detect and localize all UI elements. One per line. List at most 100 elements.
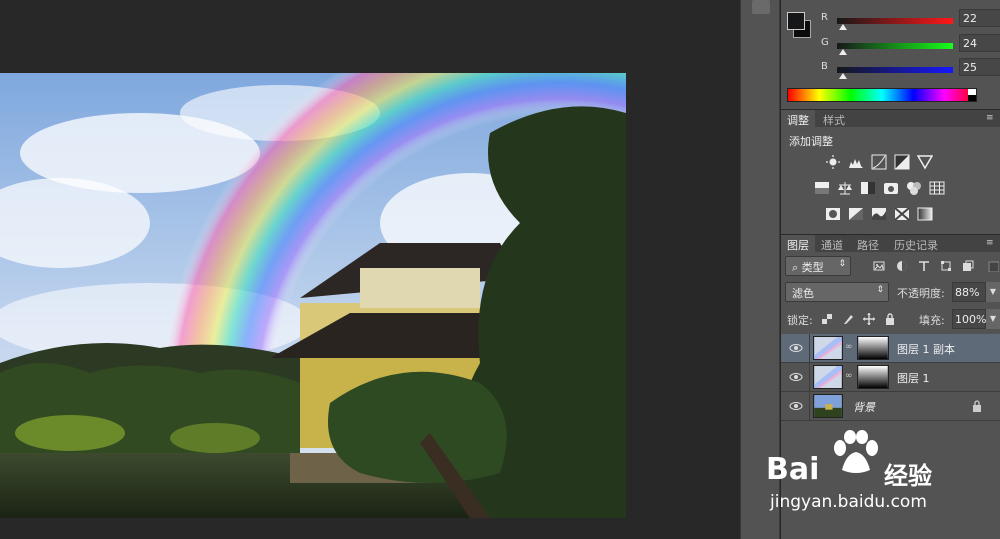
opacity-field[interactable]: 88% xyxy=(952,282,986,302)
search-icon: ⌕ xyxy=(792,261,802,274)
lock-transparent-pixels-icon[interactable] xyxy=(821,313,833,325)
link-icon[interactable]: ∞ xyxy=(845,342,853,354)
panel-menu-icon[interactable]: ≡ xyxy=(986,113,996,123)
lock-all-icon[interactable] xyxy=(884,313,896,325)
red-label: R xyxy=(821,12,828,23)
blue-track[interactable] xyxy=(837,67,953,73)
foreground-color-swatch[interactable] xyxy=(787,12,805,30)
lock-position-icon[interactable] xyxy=(863,313,875,325)
layer-name[interactable]: 背景 xyxy=(853,399,875,415)
opacity-label: 不透明度: xyxy=(897,287,945,300)
lock-label: 锁定: xyxy=(787,314,813,327)
filter-toggle-icon[interactable] xyxy=(987,260,999,272)
layer-filter-bar: ⌕ 类型 ⇕ xyxy=(781,252,1000,282)
fill-label: 填充: xyxy=(919,314,945,327)
exposure-icon[interactable] xyxy=(894,154,910,170)
red-thumb[interactable] xyxy=(839,24,847,30)
invert-icon[interactable] xyxy=(825,206,841,222)
shape-filter-icon[interactable] xyxy=(940,260,952,272)
blue-thumb[interactable] xyxy=(839,73,847,79)
tab-layers[interactable]: 图层 xyxy=(781,235,815,253)
red-value-field[interactable]: 22 xyxy=(959,9,1000,27)
tab-channels[interactable]: 通道 xyxy=(815,235,849,253)
green-label: G xyxy=(821,37,829,48)
layer-thumbnail[interactable] xyxy=(813,394,843,418)
green-thumb[interactable] xyxy=(839,49,847,55)
layer-row-background[interactable]: 背景 xyxy=(781,392,1000,421)
layer-filter-select[interactable]: ⌕ 类型 ⇕ xyxy=(785,256,851,276)
baidu-paw-logo xyxy=(834,430,878,473)
eye-icon[interactable] xyxy=(789,400,803,412)
green-track[interactable] xyxy=(837,43,953,49)
channel-mixer-icon[interactable] xyxy=(906,180,922,196)
photo-filter-icon[interactable] xyxy=(883,180,899,196)
black-white-swatch[interactable] xyxy=(968,89,976,101)
layer-filter-value: 类型 xyxy=(801,261,824,274)
gradient-map-icon[interactable] xyxy=(917,206,933,222)
vibrance-icon[interactable] xyxy=(917,154,933,170)
watermark-url: jingyan.baidu.com xyxy=(770,492,927,512)
select-arrows-icon: ⇕ xyxy=(838,259,846,269)
baidu-jingyan-watermark: Bai 经验 jingyan.baidu.com xyxy=(766,430,966,530)
color-spectrum-bar[interactable] xyxy=(787,88,977,102)
tab-adjustments[interactable]: 调整 xyxy=(781,110,815,128)
divider xyxy=(809,363,810,392)
type-filter-icon[interactable] xyxy=(918,260,930,272)
red-track[interactable] xyxy=(837,18,953,24)
select-arrows-icon: ⇕ xyxy=(876,285,884,295)
layer-thumbnail[interactable] xyxy=(813,365,843,389)
watermark-brand-suffix: 经验 xyxy=(884,462,932,490)
watermark-brand: Bai xyxy=(766,452,820,487)
fill-dropdown-arrow[interactable]: ▼ xyxy=(986,309,1000,329)
panel-toggle-button[interactable] xyxy=(752,0,770,14)
fill-field[interactable]: 100% xyxy=(952,309,986,329)
selective-color-icon[interactable] xyxy=(894,206,910,222)
layer-name[interactable]: 图层 1 xyxy=(897,370,930,386)
color-panel: R 22 G 24 B 25 xyxy=(781,0,1000,106)
eye-icon[interactable] xyxy=(789,371,803,383)
layers-tab-bar: 图层 通道 路径 历史记录 ≡ xyxy=(781,234,1000,253)
tab-history[interactable]: 历史记录 xyxy=(888,235,944,253)
color-balance-icon[interactable] xyxy=(837,180,853,196)
curves-icon[interactable] xyxy=(871,154,887,170)
green-value-field[interactable]: 24 xyxy=(959,34,1000,52)
eye-icon[interactable] xyxy=(789,342,803,354)
threshold-icon[interactable] xyxy=(871,206,887,222)
levels-icon[interactable] xyxy=(848,154,864,170)
blue-value-field[interactable]: 25 xyxy=(959,58,1000,76)
blue-label: B xyxy=(821,61,828,72)
layer-name[interactable]: 图层 1 副本 xyxy=(897,341,955,357)
brightness-contrast-icon[interactable] xyxy=(825,154,841,170)
divider xyxy=(809,334,810,363)
blend-mode-select[interactable]: 滤色 ⇕ xyxy=(785,282,889,302)
color-lookup-icon[interactable] xyxy=(929,180,945,196)
lock-icon xyxy=(973,400,981,412)
pixel-filter-icon[interactable] xyxy=(873,260,885,272)
link-icon[interactable]: ∞ xyxy=(845,371,853,383)
smart-object-filter-icon[interactable] xyxy=(962,260,974,272)
photo-golden-pavilion-rainbow xyxy=(0,73,626,518)
layer-thumbnail[interactable] xyxy=(813,336,843,360)
blend-mode-value: 滤色 xyxy=(792,287,814,300)
opacity-dropdown-arrow[interactable]: ▼ xyxy=(986,282,1000,302)
layer-mask-thumbnail[interactable] xyxy=(857,336,889,360)
tab-paths[interactable]: 路径 xyxy=(851,235,885,253)
hue-saturation-icon[interactable] xyxy=(814,180,830,196)
posterize-icon[interactable] xyxy=(848,206,864,222)
layer-row-layer1[interactable]: ∞ 图层 1 xyxy=(781,363,1000,392)
canvas-image[interactable] xyxy=(0,73,626,518)
adjustment-filter-icon[interactable] xyxy=(896,260,908,272)
layer-mask-thumbnail[interactable] xyxy=(857,365,889,389)
adjustments-tab-bar: 调整 样式 ≡ xyxy=(781,109,1000,128)
lock-image-pixels-icon[interactable] xyxy=(842,313,854,325)
document-canvas[interactable] xyxy=(0,0,740,539)
add-adjustment-title: 添加调整 xyxy=(789,135,833,148)
black-white-icon[interactable] xyxy=(860,180,876,196)
layers-panel-menu-icon[interactable]: ≡ xyxy=(986,238,996,248)
red-slider[interactable]: R 22 xyxy=(821,9,1000,32)
divider xyxy=(809,392,810,421)
tab-styles[interactable]: 样式 xyxy=(817,110,851,128)
layer-row-layer1-copy[interactable]: ∞ 图层 1 副本 xyxy=(781,334,1000,363)
green-slider[interactable]: G 24 xyxy=(821,34,1000,57)
blue-slider[interactable]: B 25 xyxy=(821,58,1000,81)
